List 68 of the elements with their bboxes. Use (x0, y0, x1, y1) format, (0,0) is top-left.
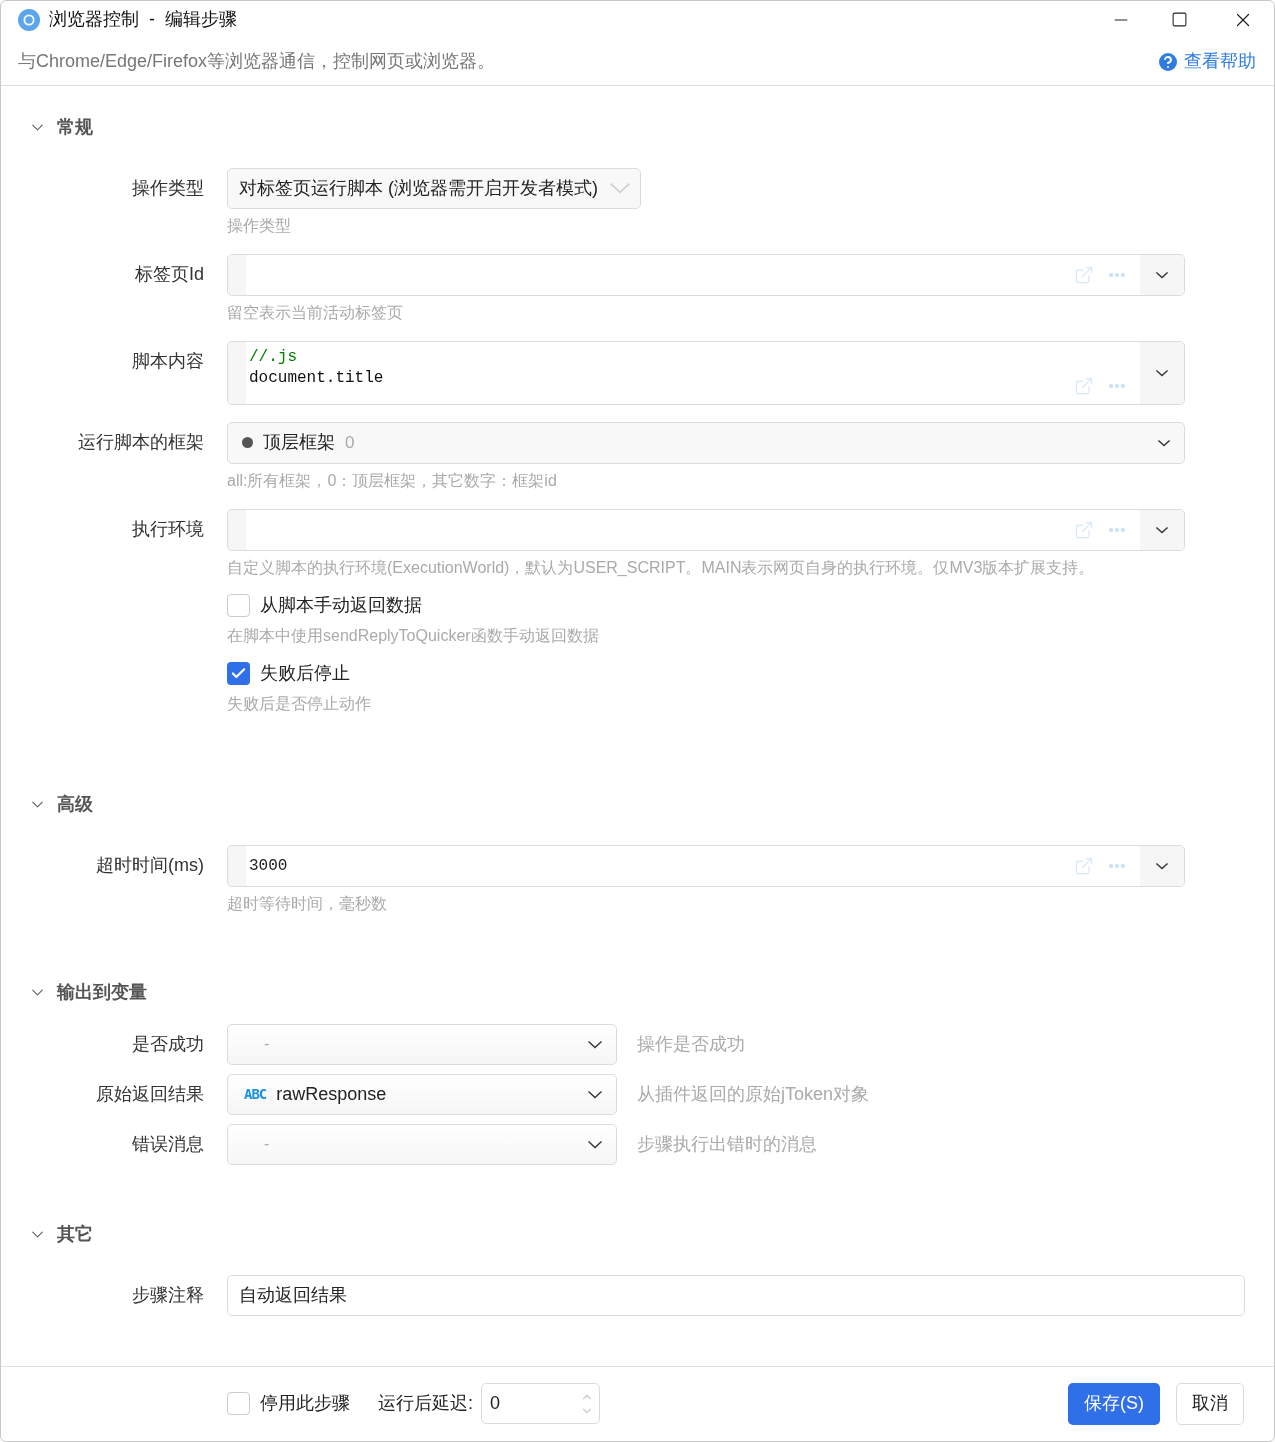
checkbox[interactable] (227, 593, 250, 617)
browser-logo-icon (17, 7, 41, 32)
save-button[interactable]: 保存(S) (1068, 1382, 1160, 1425)
section-title: 其它 (57, 1223, 93, 1247)
select-field[interactable]: 对标签页运行脚本 (浏览器需开启开发者模式) (227, 167, 641, 209)
field-hint: 失败后是否停止动作 (227, 693, 372, 714)
field-hint: 自定义脚本的执行环境(ExecutionWorld)，默认为USER_SCRIPT。MAIN表示网页自身的执行环境。仅MV3版本扩展支持。 (227, 557, 1096, 578)
variable-description: 步骤执行出错时的消息 (637, 1132, 817, 1156)
expand-icon[interactable] (1074, 519, 1094, 540)
code-editor[interactable]: //.js document.title (227, 340, 1185, 405)
chevron-icon (1156, 369, 1168, 376)
checkbox-label: 从脚本手动返回数据 (260, 593, 422, 617)
code-line: document.title (249, 367, 384, 389)
chevron-icon (588, 1090, 602, 1098)
expand-icon[interactable] (1074, 264, 1094, 285)
variable-description: 从插件返回的原始jToken对象 (637, 1082, 870, 1106)
delay-label: 运行后延迟: (378, 1392, 473, 1416)
frame-select[interactable]: 顶层框架 0 (227, 421, 1185, 464)
field-hint: 留空表示当前活动标签页 (227, 302, 404, 323)
field-label: 超时时间(ms) (96, 853, 204, 877)
field-label: 标签页Id (135, 262, 204, 286)
variable-select[interactable]: ABC rawResponse (227, 1073, 617, 1115)
chevron-icon (610, 183, 630, 194)
cancel-button[interactable]: 取消 (1176, 1382, 1244, 1425)
chevron-icon (588, 1140, 602, 1148)
type-label: ABC (244, 1084, 267, 1104)
field-label: 步骤注释 (132, 1283, 204, 1307)
field-label: 运行脚本的框架 (78, 430, 204, 454)
window-subtitle: 与Chrome/Edge/Firefox等浏览器通信，控制网页或浏览器。 (18, 50, 497, 74)
combo-field[interactable] (227, 508, 1185, 551)
chevron-icon (588, 1040, 602, 1048)
combo-field[interactable]: 3000 (227, 844, 1185, 887)
dropdown-button[interactable] (1140, 845, 1184, 886)
variable-description: 操作是否成功 (637, 1032, 745, 1056)
dropdown-button[interactable] (1140, 341, 1184, 404)
chevron-icon (1156, 862, 1168, 869)
checkbox[interactable] (227, 1392, 250, 1416)
help-link[interactable]: 查看帮助 (1156, 48, 1256, 76)
chevron-icon (1156, 271, 1168, 278)
bullet-icon (242, 437, 253, 449)
field-label: 错误消息 (132, 1132, 204, 1156)
expand-icon[interactable] (1074, 855, 1094, 876)
chevron-icon (1158, 439, 1170, 446)
dropdown-button[interactable] (1140, 254, 1184, 295)
delay-spinner[interactable]: 0 (481, 1383, 600, 1425)
maximize-icon[interactable] (1171, 11, 1188, 29)
field-hint: 在脚本中使用sendReplyToQuicker函数手动返回数据 (227, 625, 600, 646)
checkbox-label: 停用此步骤 (260, 1392, 350, 1416)
checkbox-label: 失败后停止 (260, 661, 350, 685)
section-title: 高级 (57, 793, 93, 817)
field-hint: 操作类型 (227, 215, 292, 236)
dropdown-button[interactable] (1140, 509, 1184, 550)
checkbox[interactable] (227, 661, 250, 685)
field-label: 执行环境 (132, 517, 204, 541)
field-label: 原始返回结果 (96, 1082, 204, 1106)
chevron-icon (1156, 526, 1168, 533)
field-label: 脚本内容 (132, 349, 204, 373)
combo-field[interactable] (227, 253, 1185, 296)
text-field[interactable]: 自动返回结果 (227, 1274, 1245, 1316)
field-hint: all:所有框架，0：顶层框架，其它数字：框架id (227, 470, 558, 491)
field-label: 是否成功 (132, 1032, 204, 1056)
expand-icon[interactable] (1074, 375, 1094, 396)
field-hint: 超时等待时间，毫秒数 (227, 893, 388, 914)
section-title: 常规 (57, 116, 93, 140)
section-title: 输出到变量 (57, 981, 147, 1005)
field-label: 操作类型 (132, 176, 204, 200)
window-title: 浏览器控制 - 编辑步骤 (49, 8, 238, 32)
code-comment: //.js (249, 346, 297, 368)
